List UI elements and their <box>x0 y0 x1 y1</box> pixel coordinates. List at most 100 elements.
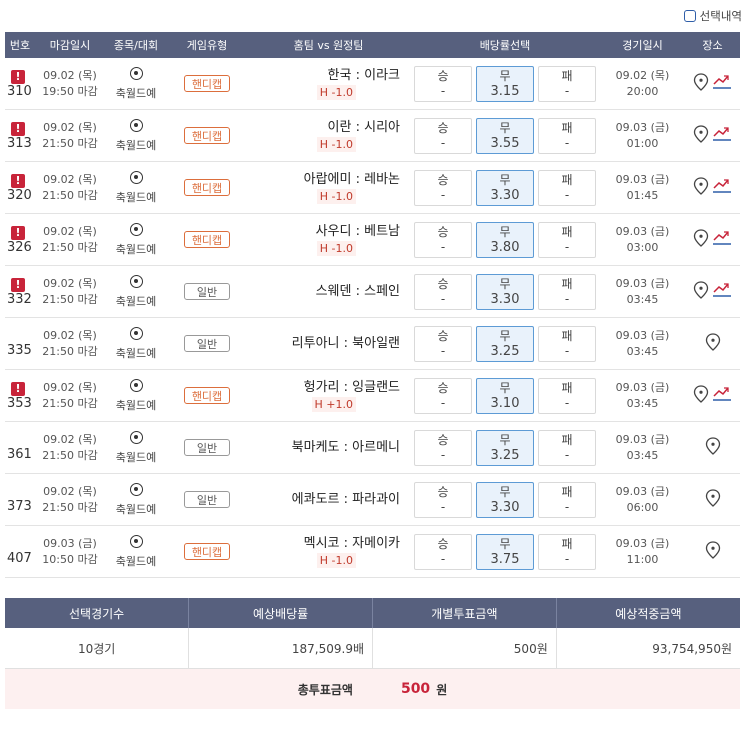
odds-win-button[interactable]: 승- <box>414 169 472 206</box>
game-time: 03:45 <box>626 344 659 358</box>
odds-lose-button[interactable]: 패- <box>538 273 596 310</box>
odds-win-button[interactable]: 승- <box>414 221 472 258</box>
odds-lose-button[interactable]: 패- <box>538 169 596 206</box>
location-pin-icon[interactable] <box>693 229 709 250</box>
deadline-cell: 09.02 (목) 19:50 마감 <box>35 58 105 110</box>
odds-cell: 승 - 무 3.15 패 - <box>410 58 600 110</box>
odds-trend-icon[interactable] <box>712 385 732 406</box>
summary-count: 10경기 <box>5 628 190 669</box>
location-pin-icon[interactable] <box>693 73 709 94</box>
deadline-cell: 09.02 (목) 21:50 마감 <box>35 213 105 266</box>
handicap-value: H -1.0 <box>316 241 356 256</box>
summary-odds: 187,509.9배 <box>188 628 373 669</box>
odds-trend-icon[interactable] <box>712 177 732 198</box>
sport-label: 축월드예 <box>115 450 157 464</box>
odds-draw-button[interactable]: 무 3.15 <box>476 65 534 102</box>
location-pin-icon[interactable] <box>705 333 721 354</box>
col-header-odds: 배당률선택 <box>410 32 600 58</box>
odds-win-button[interactable]: 승- <box>414 117 472 154</box>
deadline-cell: 09.02 (목) 21:50 마감 <box>35 109 105 162</box>
deadline-cell: 09.02 (목) 21:50 마감 <box>35 161 105 214</box>
location-pin-icon[interactable] <box>693 281 709 302</box>
alert-icon[interactable]: ! <box>11 381 25 396</box>
sport-label: 축월드예 <box>115 554 157 568</box>
match-teams: 스웨덴 : 스페인 <box>315 283 400 299</box>
alert-icon[interactable]: ! <box>11 277 25 292</box>
handicap-value: H -1.0 <box>316 137 356 152</box>
odds-draw-button[interactable]: 무 3.30 <box>476 273 534 310</box>
odds-draw-button[interactable]: 무 3.30 <box>476 481 534 518</box>
game-number: 335 <box>7 343 32 358</box>
teams-cell: 이란 : 시리아 H -1.0 <box>247 109 410 162</box>
odds-lose-value: - <box>564 135 570 150</box>
odds-win-button[interactable]: 승- <box>414 273 472 310</box>
odds-lose-button[interactable]: 패- <box>538 65 596 102</box>
selection-history-toggle[interactable]: 선택내역 <box>683 8 742 24</box>
odds-win-value: - <box>440 83 446 98</box>
odds-win-button[interactable]: 승- <box>414 481 472 518</box>
game-number: 326 <box>7 239 32 255</box>
alert-spacer <box>7 329 35 343</box>
location-pin-icon[interactable] <box>705 437 721 458</box>
odds-draw-button[interactable]: 무 3.25 <box>476 429 534 466</box>
odds-win-button[interactable]: 승- <box>414 429 472 466</box>
alert-icon[interactable]: ! <box>11 173 25 188</box>
location-pin-icon[interactable] <box>705 541 721 562</box>
col-header-teams: 홈팀 vs 원정팀 <box>247 32 410 58</box>
odds-trend-icon[interactable] <box>712 281 732 302</box>
alert-icon[interactable]: ! <box>11 69 25 84</box>
odds-trend-icon[interactable] <box>712 73 732 94</box>
game-row: ! 326 09.02 (목) 21:50 마감 축월드예 핸디캡 사우디 : 베트남 H -… <box>5 213 740 266</box>
odds-lose-button[interactable]: 패- <box>538 325 596 362</box>
soccer-ball-icon <box>129 430 143 444</box>
odds-lose-button[interactable]: 패- <box>538 429 596 466</box>
location-pin-icon[interactable] <box>693 125 709 146</box>
odds-draw-value: 3.15 <box>490 83 520 99</box>
odds-lose-button[interactable]: 패- <box>538 221 596 258</box>
game-date: 09.03 (금) <box>615 328 670 342</box>
odds-draw-button[interactable]: 무 3.75 <box>476 533 534 570</box>
location-pin-icon[interactable] <box>693 177 709 198</box>
odds-lose-value: - <box>564 551 570 566</box>
odds-draw-button[interactable]: 무 3.25 <box>476 325 534 362</box>
odds-draw-button[interactable]: 무 3.30 <box>476 169 534 206</box>
sport-cell: 축월드예 <box>105 109 167 162</box>
odds-lose-button[interactable]: 패- <box>538 533 596 570</box>
total-bet-bar: 총투표금액 500 원 <box>5 669 740 709</box>
odds-lose-value: - <box>564 187 570 202</box>
odds-win-button[interactable]: 승- <box>414 377 472 414</box>
col-header-deadline: 마감일시 <box>35 32 105 58</box>
alert-icon[interactable]: ! <box>11 121 25 136</box>
odds-draw-button[interactable]: 무 3.10 <box>476 377 534 414</box>
game-date: 09.03 (금) <box>615 172 670 186</box>
odds-lose-button[interactable]: 패- <box>538 481 596 518</box>
odds-trend-icon[interactable] <box>712 125 732 146</box>
location-pin-icon[interactable] <box>693 385 709 406</box>
teams-cell: 사우디 : 베트남 H -1.0 <box>247 213 410 266</box>
selection-history-checkbox[interactable] <box>683 10 696 22</box>
odds-draw-button[interactable]: 무 3.55 <box>476 117 534 154</box>
game-date: 09.02 (목) <box>615 68 670 82</box>
odds-win-value: - <box>440 499 446 514</box>
odds-lose-button[interactable]: 패- <box>538 377 596 414</box>
odds-draw-button[interactable]: 무 3.80 <box>476 221 534 258</box>
soccer-ball-icon <box>129 482 143 496</box>
odds-win-button[interactable]: 승- <box>414 65 472 102</box>
odds-win-button[interactable]: 승- <box>414 325 472 362</box>
teams-cell: 리투아니 : 북아일랜 <box>247 317 410 370</box>
alert-icon[interactable]: ! <box>11 225 25 240</box>
odds-lose-button[interactable]: 패- <box>538 117 596 154</box>
total-bet-amount: 500 <box>400 681 431 697</box>
game-row: 373 09.02 (목) 21:50 마감 축월드예 일반 에콰도르 : 파라과이 승 - 무… <box>5 473 740 526</box>
deadline-cell: 09.02 (목) 21:50 마감 <box>35 317 105 370</box>
game-type-cell: 일반 <box>167 265 247 318</box>
game-date: 09.03 (금) <box>615 120 670 134</box>
game-number: 320 <box>7 187 32 203</box>
odds-trend-icon[interactable] <box>712 229 732 250</box>
location-pin-icon[interactable] <box>705 489 721 510</box>
teams-cell: 에콰도르 : 파라과이 <box>247 473 410 526</box>
odds-win-button[interactable]: 승- <box>414 533 472 570</box>
sport-cell: 축월드예 <box>105 161 167 214</box>
match-teams: 한국 : 이라크 <box>327 68 400 83</box>
odds-lose-label: 패 <box>561 328 573 343</box>
